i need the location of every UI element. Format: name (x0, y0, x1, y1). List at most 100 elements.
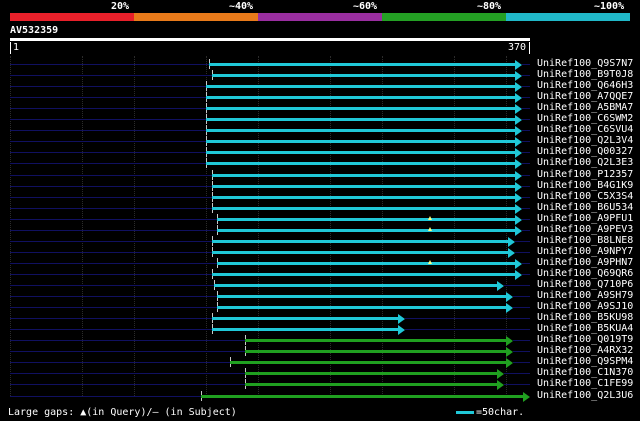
alignment-end-arrow (505, 303, 513, 314)
hit-label[interactable]: UniRef100_A9SH79 (537, 290, 633, 301)
unaligned-region (504, 285, 530, 286)
alignment-bar[interactable] (212, 173, 517, 177)
alignment-bar[interactable] (206, 107, 517, 111)
alignment-bar[interactable] (206, 118, 517, 122)
alignment-end-arrow (505, 336, 513, 347)
hit-label[interactable]: UniRef100_C6SWM2 (537, 113, 633, 124)
unaligned-region (10, 152, 207, 154)
hit-label[interactable]: UniRef100_A9SJ10 (537, 301, 633, 312)
unaligned-region (522, 64, 530, 65)
alignment-bar[interactable] (212, 206, 517, 210)
hit-label[interactable]: UniRef100_P12357 (537, 169, 633, 180)
alignment-bar[interactable] (229, 361, 507, 365)
unaligned-region (522, 97, 530, 99)
hit-label[interactable]: UniRef100_Q9S7N7 (537, 58, 633, 69)
alignment-end-arrow (497, 380, 504, 391)
hit-label[interactable]: UniRef100_C6SVU4 (537, 124, 633, 135)
hit-label[interactable]: UniRef100_C1N370 (537, 367, 633, 378)
unaligned-region (522, 174, 530, 176)
hit-label[interactable]: UniRef100_Q2L3U6 (537, 390, 633, 401)
alignment-bar[interactable] (216, 295, 507, 299)
hit-label[interactable]: UniRef100_A9PEV3 (537, 224, 633, 235)
hit-label[interactable]: UniRef100_Q69QR6 (537, 268, 633, 279)
alignment-bar[interactable] (206, 96, 517, 100)
hit-label[interactable]: UniRef100_B6U534 (537, 202, 633, 213)
hit-label[interactable]: UniRef100_A7QQE7 (537, 91, 633, 102)
alignment-bar[interactable] (212, 195, 517, 199)
alignment-bar[interactable] (216, 228, 517, 232)
alignment-bar[interactable] (216, 261, 517, 265)
alignment-end-arrow (515, 82, 523, 93)
hit-label[interactable]: UniRef100_A9PHN7 (537, 257, 633, 268)
hit-label[interactable]: UniRef100_B8LNE8 (537, 235, 633, 246)
unaligned-region (504, 384, 530, 386)
alignment-bar[interactable] (206, 162, 517, 166)
alignment-end-arrow (523, 391, 530, 402)
hit-row[interactable]: UniRef100_Q2L3U6 (0, 390, 640, 402)
unaligned-region (522, 196, 530, 198)
unaligned-region (522, 119, 530, 121)
ruler-start-tick (10, 42, 11, 54)
hit-label[interactable]: UniRef100_Q2L3E3 (537, 157, 633, 168)
unaligned-region (522, 273, 530, 275)
hit-label[interactable]: UniRef100_B4G1K9 (537, 180, 633, 191)
hit-label[interactable]: UniRef100_A9NPY7 (537, 246, 633, 257)
hit-label[interactable]: UniRef100_A4RX32 (537, 345, 633, 356)
unaligned-region (10, 340, 246, 342)
alignment-end-arrow (515, 258, 523, 269)
hit-label[interactable]: UniRef100_Q2L3V4 (537, 135, 633, 146)
unaligned-region (512, 351, 530, 353)
alignment-bar[interactable] (213, 284, 498, 287)
alignment-bar[interactable] (245, 383, 498, 387)
alignment-bar[interactable] (245, 339, 507, 343)
hit-label[interactable]: UniRef100_Q019T9 (537, 334, 633, 345)
alignment-bar[interactable] (212, 272, 517, 276)
alignment-end-arrow (515, 214, 523, 225)
unaligned-region (10, 119, 207, 121)
unaligned-region (10, 285, 214, 286)
alignment-bar[interactable] (206, 140, 517, 144)
hit-label[interactable]: UniRef100_Q00327 (537, 146, 633, 157)
unaligned-region (405, 318, 530, 320)
alignment-end-arrow (515, 192, 523, 203)
coverage-band-80 (382, 13, 506, 21)
unaligned-region (522, 229, 530, 231)
alignment-bar[interactable] (245, 372, 498, 376)
alignment-end-arrow (515, 148, 523, 159)
alignment-bar[interactable] (209, 63, 517, 66)
alignment-bar[interactable] (212, 328, 400, 332)
alignment-bar[interactable] (212, 250, 510, 254)
alignment-bar[interactable] (212, 74, 517, 78)
alignment-bar[interactable] (206, 151, 517, 155)
coverage-band-40 (134, 13, 258, 21)
hit-label[interactable]: UniRef100_B5KUA4 (537, 323, 633, 334)
hit-label[interactable]: UniRef100_Q710P6 (537, 279, 633, 290)
alignment-end-arrow (515, 269, 523, 280)
unaligned-region (10, 373, 246, 375)
hit-label[interactable]: UniRef100_C1FE99 (537, 378, 633, 389)
alignment-end-arrow (497, 281, 504, 291)
hit-label[interactable]: UniRef100_A9PFU1 (537, 213, 633, 224)
unaligned-region (515, 240, 530, 242)
alignment-bar[interactable] (206, 85, 517, 89)
alignment-bar[interactable] (212, 317, 400, 321)
hit-label[interactable]: UniRef100_B9T0J8 (537, 69, 633, 80)
alignment-bar[interactable] (216, 306, 507, 310)
alignment-bar[interactable] (206, 129, 517, 133)
unaligned-region (512, 296, 530, 298)
alignment-end-arrow (497, 369, 504, 380)
alignment-end-arrow (515, 126, 523, 137)
hit-label[interactable]: UniRef100_A5BMA7 (537, 102, 633, 113)
hit-label[interactable]: UniRef100_Q646H3 (537, 80, 633, 91)
unaligned-region (522, 108, 530, 110)
hit-label[interactable]: UniRef100_C5X3S4 (537, 191, 633, 202)
unaligned-region (522, 86, 530, 88)
alignment-bar[interactable] (200, 394, 524, 398)
hit-label[interactable]: UniRef100_Q9SPM4 (537, 356, 633, 367)
alignment-bar[interactable] (212, 239, 510, 243)
alignment-bar[interactable] (245, 350, 507, 354)
alignment-bar[interactable] (212, 184, 517, 188)
alignment-bar[interactable] (216, 217, 517, 221)
unaligned-region (10, 196, 213, 198)
hit-label[interactable]: UniRef100_B5KU98 (537, 312, 633, 323)
